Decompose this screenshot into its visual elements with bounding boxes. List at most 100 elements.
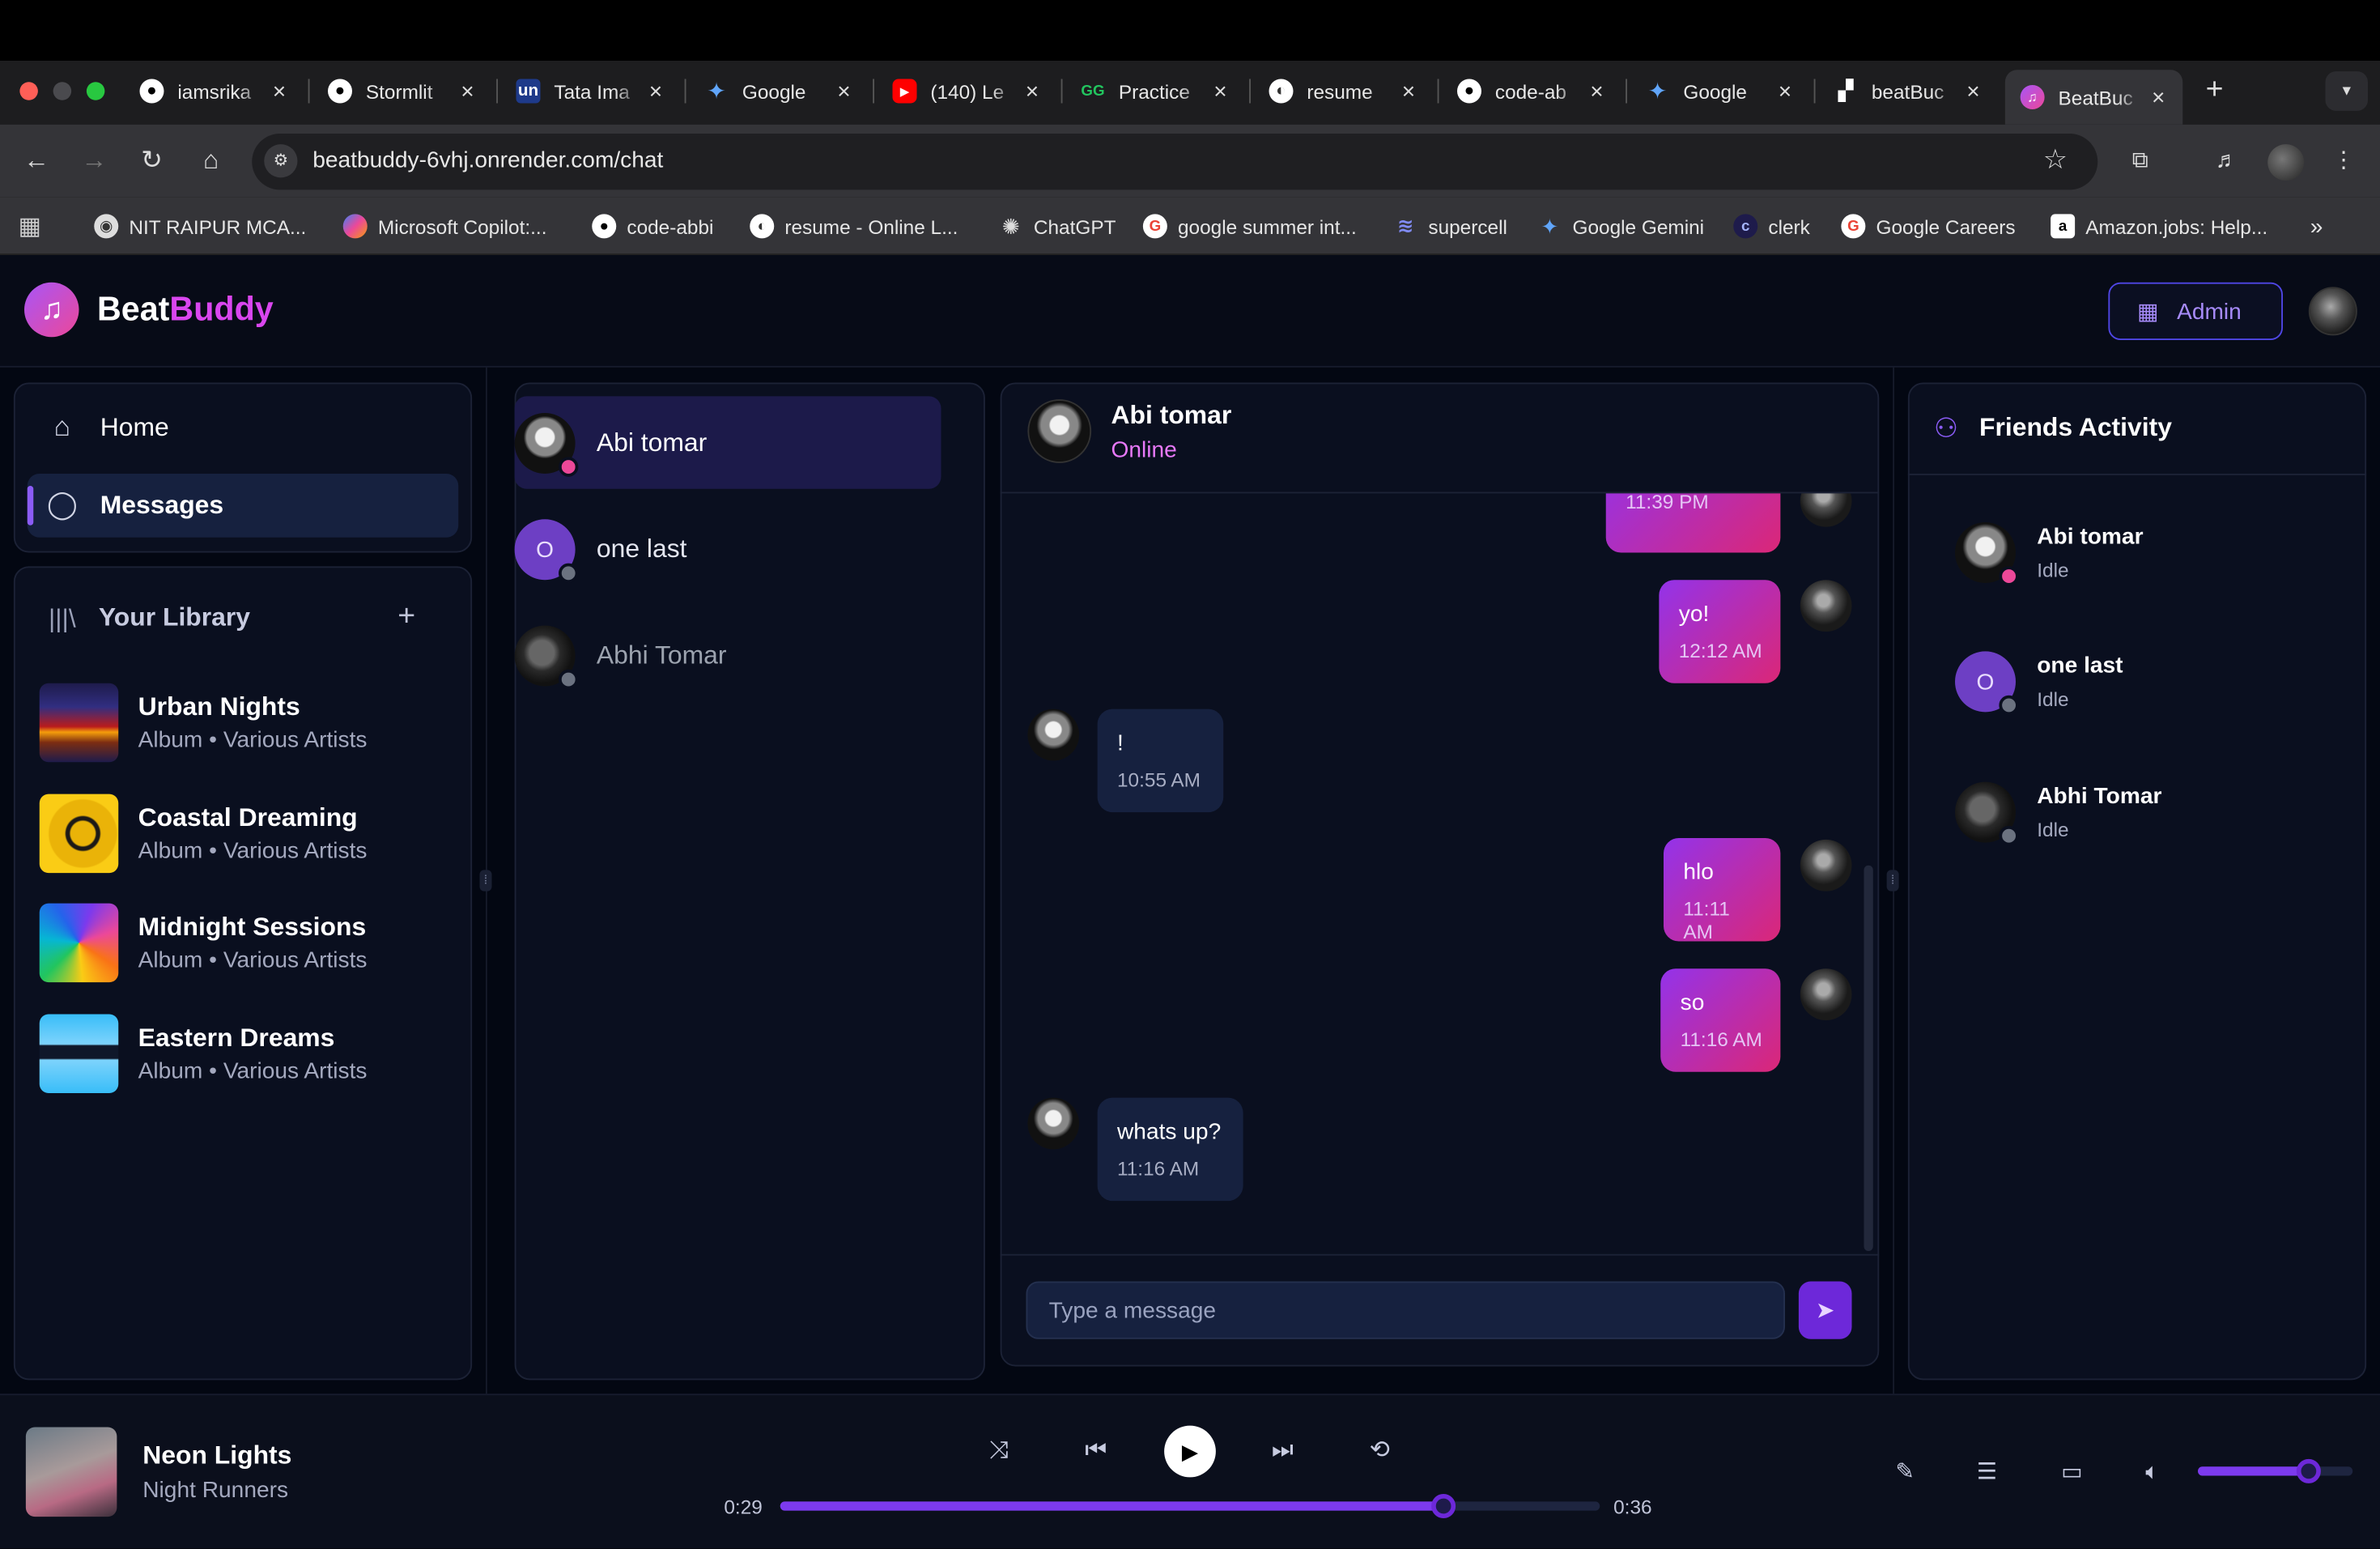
bookmark[interactable]: G Google Careers bbox=[1841, 211, 2016, 242]
offline-status-dot bbox=[559, 563, 579, 583]
album-art bbox=[39, 903, 119, 983]
bookmark[interactable]: ≋ supercell bbox=[1393, 211, 1507, 242]
close-tab-icon[interactable]: × bbox=[1017, 79, 1048, 104]
now-playing-title: Neon Lights bbox=[142, 1440, 292, 1470]
send-button[interactable]: ➤ bbox=[1798, 1281, 1852, 1339]
media-controls-icon[interactable]: ♬ bbox=[2210, 144, 2243, 177]
bookmark[interactable]: Microsoft Copilot:... bbox=[342, 211, 546, 242]
add-playlist-icon[interactable]: + bbox=[397, 600, 415, 635]
resize-handle[interactable]: ⁞ bbox=[479, 870, 492, 892]
duration-time: 0:36 bbox=[1613, 1495, 1652, 1518]
queue-icon[interactable]: ☰ bbox=[1970, 1456, 2004, 1489]
close-tab-icon[interactable]: × bbox=[2144, 84, 2174, 110]
library-title[interactable]: Your Library bbox=[99, 602, 250, 633]
browser-tab[interactable]: ✦ Google × bbox=[689, 64, 868, 119]
bookmark[interactable]: a Amazon.jobs: Help... bbox=[2051, 211, 2267, 242]
reload-icon[interactable]: ↻ bbox=[134, 143, 170, 179]
close-window-button[interactable] bbox=[19, 82, 38, 100]
forward-icon[interactable]: → bbox=[76, 143, 113, 179]
browser-tab[interactable]: ▞ beatBuc × bbox=[1818, 64, 1997, 119]
back-icon[interactable]: ← bbox=[19, 143, 55, 179]
conversation-item[interactable]: Abi tomar bbox=[514, 398, 707, 489]
nav-messages[interactable]: ◯ Messages bbox=[45, 489, 223, 521]
close-tab-icon[interactable]: × bbox=[640, 79, 671, 104]
close-tab-icon[interactable]: × bbox=[1770, 79, 1800, 104]
browser-tab[interactable]: ● iamsrika × bbox=[125, 64, 304, 119]
extensions-icon[interactable]: ⧉ bbox=[2123, 144, 2157, 177]
profile-avatar[interactable] bbox=[2267, 144, 2305, 181]
now-playing-art bbox=[25, 1427, 117, 1517]
browser-tab[interactable]: un Tata Ima × bbox=[501, 64, 680, 119]
tab-search-button[interactable]: ▾ bbox=[2325, 71, 2368, 111]
browser-tab[interactable]: ✦ Google × bbox=[1630, 64, 1809, 119]
bookmark[interactable]: c clerk bbox=[1733, 211, 1810, 242]
youtube-icon: ▶ bbox=[892, 79, 917, 104]
apps-grid-icon[interactable]: ▦ bbox=[19, 211, 41, 242]
conversation-item[interactable]: O one last bbox=[514, 504, 687, 596]
bookmark[interactable]: ● code-abbi bbox=[592, 211, 713, 242]
minimize-window-button[interactable] bbox=[53, 82, 72, 100]
new-tab-button[interactable]: + bbox=[2198, 73, 2231, 106]
close-tab-icon[interactable]: × bbox=[1393, 79, 1424, 104]
current-time: 0:29 bbox=[724, 1495, 763, 1518]
friend-item[interactable]: O one last Idle bbox=[1955, 649, 2123, 716]
device-icon[interactable]: ▭ bbox=[2055, 1456, 2089, 1489]
nav-home[interactable]: ⌂ Home bbox=[45, 411, 169, 443]
close-tab-icon[interactable]: × bbox=[1582, 79, 1613, 104]
close-tab-icon[interactable]: × bbox=[1958, 79, 1989, 104]
progress-slider[interactable] bbox=[780, 1494, 1600, 1518]
bookmark[interactable]: ◐ resume - Online L... bbox=[750, 211, 958, 242]
volume-icon[interactable]: 🔈︎ bbox=[2136, 1456, 2169, 1489]
repeat-icon[interactable]: ⟲ bbox=[1363, 1435, 1396, 1468]
browser-tab[interactable]: ● Stormlit × bbox=[312, 64, 491, 119]
close-tab-icon[interactable]: × bbox=[453, 79, 483, 104]
friend-item[interactable]: Abi tomar Idle bbox=[1955, 519, 2144, 586]
site-settings-icon[interactable]: ⚙ bbox=[264, 144, 298, 178]
play-icon: ▶ bbox=[1181, 1439, 1199, 1464]
home-browser-icon[interactable]: ⌂ bbox=[193, 143, 229, 179]
library-album[interactable]: Urban Nights Album • Various Artists bbox=[39, 683, 367, 763]
chat-scrollbar[interactable] bbox=[1864, 865, 1873, 1251]
more-bookmarks-icon[interactable]: » bbox=[2310, 211, 2323, 242]
users-icon: ⚇ bbox=[1933, 413, 1959, 444]
close-tab-icon[interactable]: × bbox=[1205, 79, 1236, 104]
overleaf-icon: ◐ bbox=[750, 214, 775, 239]
chatgpt-icon: ✺ bbox=[1001, 213, 1020, 238]
zoom-window-button[interactable] bbox=[86, 82, 105, 100]
conversation-item[interactable]: Abhi Tomar bbox=[514, 611, 727, 702]
library-album[interactable]: Eastern Dreams Album • Various Artists bbox=[39, 1014, 367, 1093]
bookmark-star-icon[interactable]: ☆ bbox=[2043, 144, 2068, 176]
album-art bbox=[39, 683, 119, 763]
browser-tab[interactable]: GG Practice × bbox=[1065, 64, 1244, 119]
bookmark[interactable]: ◉ NIT RAIPUR MCA... bbox=[94, 211, 306, 242]
browser-tab[interactable]: ▶ (140) Le × bbox=[878, 64, 1056, 119]
render-icon: ▞ bbox=[1838, 79, 1854, 102]
friend-item[interactable]: Abhi Tomar Idle bbox=[1955, 779, 2161, 846]
brand-logo[interactable]: BeatBuddy bbox=[97, 290, 274, 330]
browser-tab[interactable]: ● code-ab × bbox=[1442, 64, 1621, 119]
bookmark[interactable]: ✺ ChatGPT bbox=[999, 211, 1116, 242]
mic-icon[interactable]: ✎ bbox=[1889, 1456, 1922, 1489]
play-button[interactable]: ▶ bbox=[1164, 1425, 1216, 1478]
sender-avatar bbox=[1800, 839, 1852, 892]
next-icon[interactable]: ⏭ bbox=[1266, 1435, 1299, 1468]
library-album[interactable]: Coastal Dreaming Album • Various Artists bbox=[39, 794, 367, 874]
shuffle-icon[interactable]: ⤨ bbox=[982, 1435, 1015, 1468]
resize-handle[interactable]: ⁞ bbox=[1886, 870, 1899, 892]
previous-icon[interactable]: ⏮ bbox=[1079, 1435, 1112, 1468]
volume-slider[interactable] bbox=[2198, 1458, 2353, 1483]
url-text[interactable]: beatbuddy-6vhj.onrender.com/chat bbox=[312, 147, 663, 173]
library-album[interactable]: Midnight Sessions Album • Various Artists bbox=[39, 903, 367, 983]
message-input[interactable]: Type a message bbox=[1026, 1281, 1785, 1339]
message-list[interactable]: 11:39 PM yo! 12:12 AM ! 10:55 AM hlo 11:… bbox=[1001, 493, 1880, 1253]
close-tab-icon[interactable]: × bbox=[829, 79, 860, 104]
bookmark[interactable]: ✦ Google Gemini bbox=[1537, 211, 1704, 242]
message-incoming: whats up? 11:16 AM bbox=[1097, 1097, 1243, 1202]
browser-tab-active[interactable]: ♫ BeatBuc × bbox=[2004, 70, 2183, 125]
more-menu-icon[interactable]: ⋮ bbox=[2327, 144, 2360, 177]
close-tab-icon[interactable]: × bbox=[264, 79, 295, 104]
bookmark[interactable]: Ggoogle summer int... bbox=[1142, 211, 1357, 242]
admin-button[interactable]: ▦ Admin bbox=[2108, 282, 2283, 340]
browser-tab[interactable]: ◐ resume × bbox=[1254, 64, 1433, 119]
user-avatar[interactable] bbox=[2308, 287, 2357, 336]
